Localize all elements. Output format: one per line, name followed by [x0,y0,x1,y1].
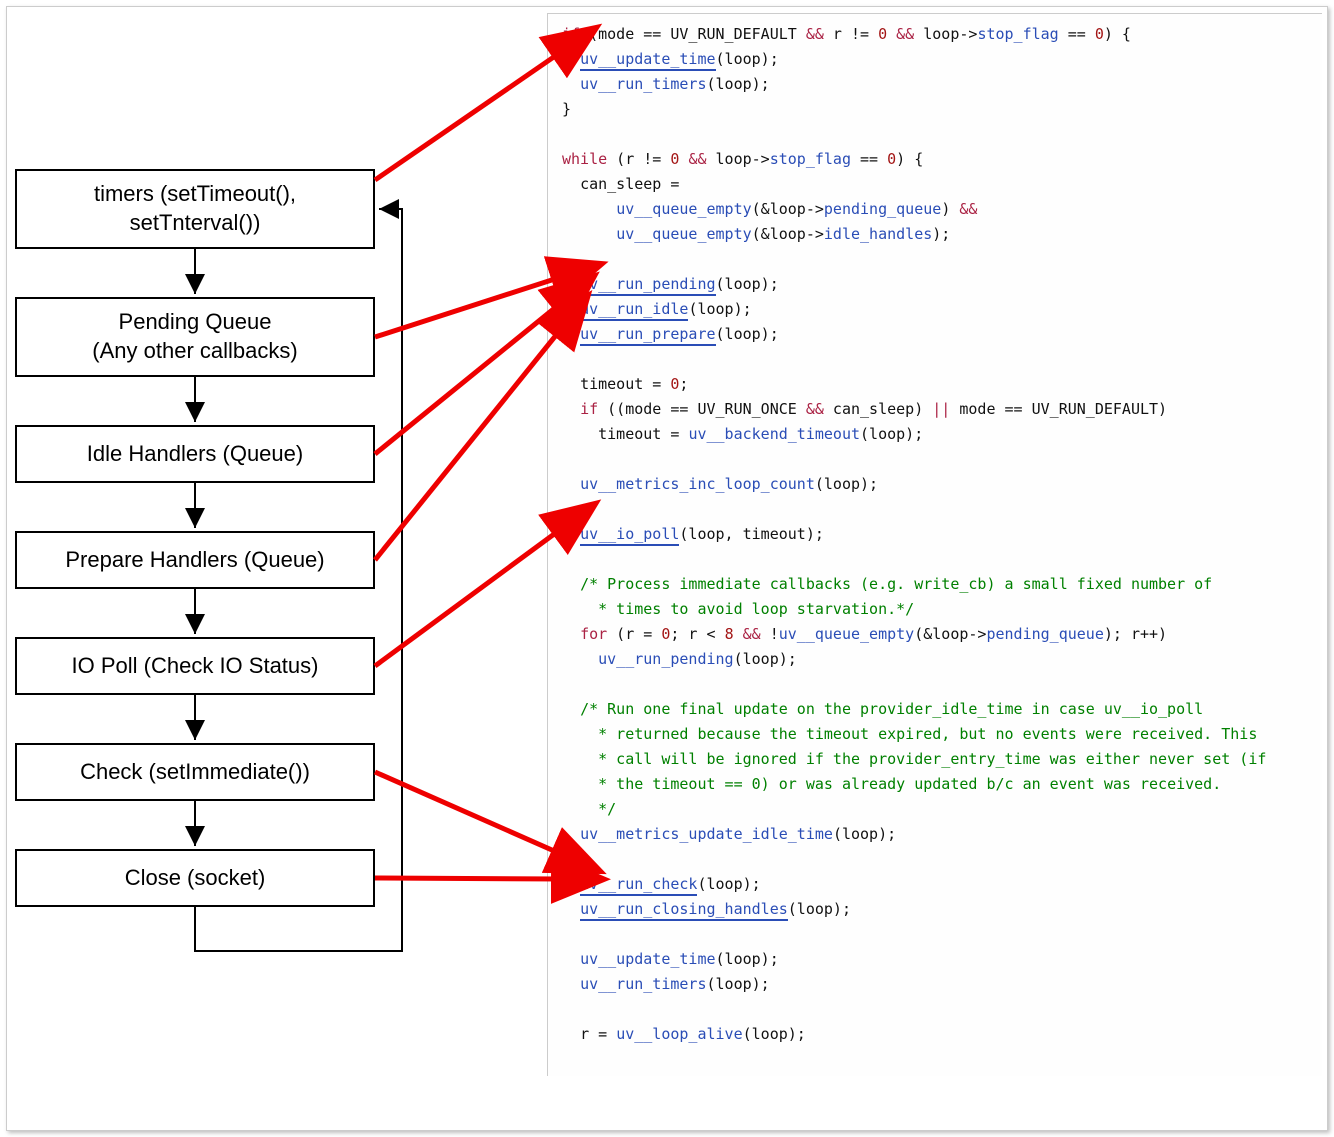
box-timers: timers (setTimeout(),setTnterval()) [15,169,375,249]
box-pending: Pending Queue(Any other callbacks) [15,297,375,377]
box-label: Pending Queue(Any other callbacks) [92,308,297,365]
code-panel: if (mode == UV_RUN_DEFAULT && r != 0 && … [547,13,1322,1076]
box-label: Idle Handlers (Queue) [87,440,303,469]
box-check: Check (setImmediate()) [15,743,375,801]
box-prepare: Prepare Handlers (Queue) [15,531,375,589]
box-label: Close (socket) [125,864,266,893]
box-idle: Idle Handlers (Queue) [15,425,375,483]
box-iopoll: IO Poll (Check IO Status) [15,637,375,695]
box-label: IO Poll (Check IO Status) [72,652,319,681]
box-label: timers (setTimeout(),setTnterval()) [94,180,296,237]
box-label: Prepare Handlers (Queue) [65,546,324,575]
box-label: Check (setImmediate()) [80,758,310,787]
box-close: Close (socket) [15,849,375,907]
diagram-wrapper: timers (setTimeout(),setTnterval()) Pend… [6,6,1328,1131]
